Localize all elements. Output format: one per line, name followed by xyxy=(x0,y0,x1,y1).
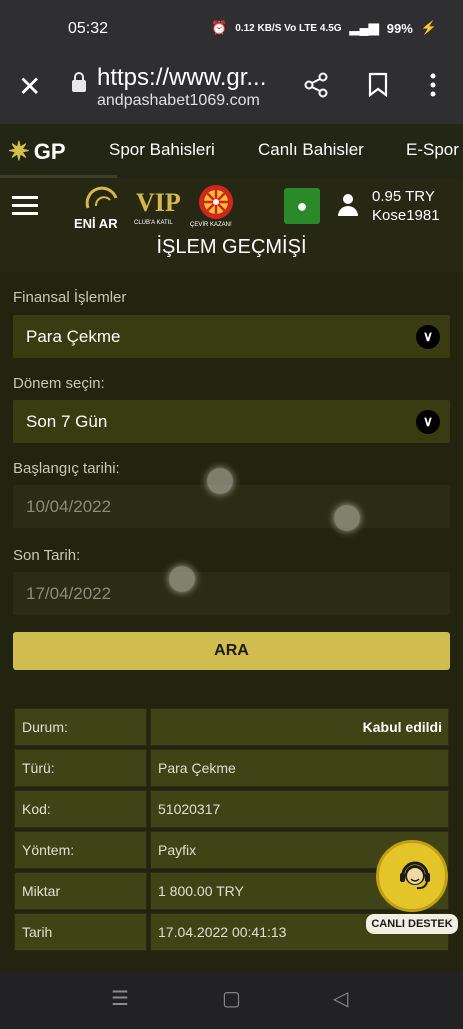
battery-level: 99% xyxy=(386,20,413,36)
table-row: Kod: 51020317 xyxy=(14,790,449,828)
lock-icon[interactable] xyxy=(72,72,86,92)
touch-indicator xyxy=(207,468,233,494)
period-value: Son 7 Gün xyxy=(26,412,108,431)
row-label: Durum: xyxy=(22,719,68,735)
row-value-cell: Para Çekme xyxy=(150,749,449,787)
live-support-button[interactable]: CANLI DESTEK xyxy=(366,840,458,936)
status-value: Kabul edildi xyxy=(362,719,442,735)
table-row: Türü: Para Çekme xyxy=(14,749,449,787)
row-value: Para Çekme xyxy=(158,760,236,776)
logo-text: GP xyxy=(33,138,66,164)
share-icon[interactable] xyxy=(303,72,329,105)
coins-icon: ● xyxy=(296,196,308,216)
promo-vip-subtext: CLUB'A KATIL xyxy=(134,220,173,226)
row-value: Payfix xyxy=(158,842,197,858)
gp-logo[interactable]: ✷ GP xyxy=(8,136,66,167)
financial-label: Finansal İşlemler xyxy=(13,289,127,306)
row-label-cell: Tarih xyxy=(14,913,147,951)
end-date-field[interactable]: 17/04/2022 xyxy=(13,572,450,615)
status-time: 05:32 xyxy=(68,20,109,37)
row-label-cell: Yöntem: xyxy=(14,831,147,869)
row-label-cell: Miktar xyxy=(14,872,147,910)
row-value: 51020317 xyxy=(158,801,221,817)
top-navigation: ✷ GP Spor Bahisleri Canlı Bahisler E-Spo… xyxy=(0,124,463,179)
row-label: Miktar xyxy=(22,883,61,899)
live-support-label: CANLI DESTEK xyxy=(366,914,458,934)
promo-wheel-banner[interactable]: ÇEVİR KAZAN! xyxy=(190,184,242,230)
search-button[interactable]: ARA xyxy=(13,632,450,670)
promo-vip-text: VIP xyxy=(136,188,181,217)
touch-indicator xyxy=(169,566,195,592)
browser-url-bar: ✕ https://www.gr... andpashabet1069.com xyxy=(0,58,463,124)
wheel-icon xyxy=(199,185,233,219)
promo-eni-text: ENİ AR xyxy=(74,216,118,231)
chevron-down-icon: ∨ xyxy=(416,325,440,349)
network-indicators: 0.12 KB/S Vo LTE 4.5G xyxy=(235,22,342,34)
touch-indicator xyxy=(334,505,360,531)
home-icon[interactable]: ▢ xyxy=(222,986,241,1011)
row-label: Yöntem: xyxy=(22,842,75,858)
close-icon[interactable]: ✕ xyxy=(18,72,41,102)
row-value: 17.04.2022 00:41:13 xyxy=(158,924,287,940)
end-date-value: 17/04/2022 xyxy=(26,584,112,603)
menu-dots-icon[interactable] xyxy=(424,72,442,105)
chevron-down-icon: ∨ xyxy=(416,410,440,434)
username[interactable]: Kose1981 xyxy=(372,207,440,224)
charging-icon: ⚡ xyxy=(420,20,437,35)
table-row: Durum: Kabul edildi xyxy=(14,708,449,746)
site-header: ENİ AR VIP CLUB'A KATIL ÇEVİR KAZAN! ● 0… xyxy=(0,178,463,272)
row-label: Tarih xyxy=(22,924,53,940)
row-label: Kod: xyxy=(22,801,51,817)
status-indicators: ⏰ 0.12 KB/S Vo LTE 4.5G ▂▄▆ 99% ⚡ xyxy=(211,20,437,36)
start-date-label: Başlangıç tarihi: xyxy=(13,460,120,477)
promo-vip-banner[interactable]: VIP CLUB'A KATIL xyxy=(134,184,190,230)
live-support-circle xyxy=(376,840,448,912)
row-value: 1 800.00 TRY xyxy=(158,883,244,899)
deposit-button[interactable]: ● xyxy=(284,188,320,224)
star-icon: ✷ xyxy=(8,136,30,166)
row-label-cell: Durum: xyxy=(14,708,147,746)
nav-item-canli-bahisler[interactable]: Canlı Bahisler xyxy=(258,140,364,160)
bookmark-icon[interactable] xyxy=(367,72,389,105)
row-label-cell: Türü: xyxy=(14,749,147,787)
start-date-value: 10/04/2022 xyxy=(26,497,112,516)
page-title: İŞLEM GEÇMİŞİ xyxy=(156,236,307,258)
system-navigation-bar: ☰ ▢ ◁ xyxy=(0,972,463,1029)
url-text[interactable]: https://www.gr... xyxy=(97,64,266,92)
alarm-icon: ⏰ xyxy=(211,20,228,35)
promo-eni-banner[interactable]: ENİ AR xyxy=(74,184,130,231)
row-label: Türü: xyxy=(22,760,55,776)
back-icon[interactable]: ◁ xyxy=(333,986,348,1011)
hamburger-menu-icon[interactable] xyxy=(12,196,38,216)
period-select[interactable]: Son 7 Gün ∨ xyxy=(13,400,450,443)
headset-icon xyxy=(400,861,430,890)
row-label-cell: Kod: xyxy=(14,790,147,828)
promo-wheel-subtext: ÇEVİR KAZAN! xyxy=(190,222,232,228)
financial-type-select[interactable]: Para Çekme ∨ xyxy=(13,315,450,358)
nav-item-e-spor[interactable]: E-Spor xyxy=(406,140,459,160)
start-date-field[interactable]: 10/04/2022 xyxy=(13,485,450,528)
recents-icon[interactable]: ☰ xyxy=(111,986,129,1011)
row-value-cell: 51020317 xyxy=(150,790,449,828)
nav-item-spor-bahisleri[interactable]: Spor Bahisleri xyxy=(109,140,215,160)
period-label: Dönem seçin: xyxy=(13,375,105,392)
end-date-label: Son Tarih: xyxy=(13,547,81,564)
balance: 0.95 TRY xyxy=(372,188,435,205)
signal-icon: ▂▄▆ xyxy=(349,20,379,35)
financial-type-value: Para Çekme xyxy=(26,327,121,346)
status-bar: 05:32 ⏰ 0.12 KB/S Vo LTE 4.5G ▂▄▆ 99% ⚡ xyxy=(0,0,463,58)
url-domain[interactable]: andpashabet1069.com xyxy=(97,92,260,110)
row-value-cell: Kabul edildi xyxy=(150,708,449,746)
user-icon[interactable] xyxy=(336,194,360,218)
